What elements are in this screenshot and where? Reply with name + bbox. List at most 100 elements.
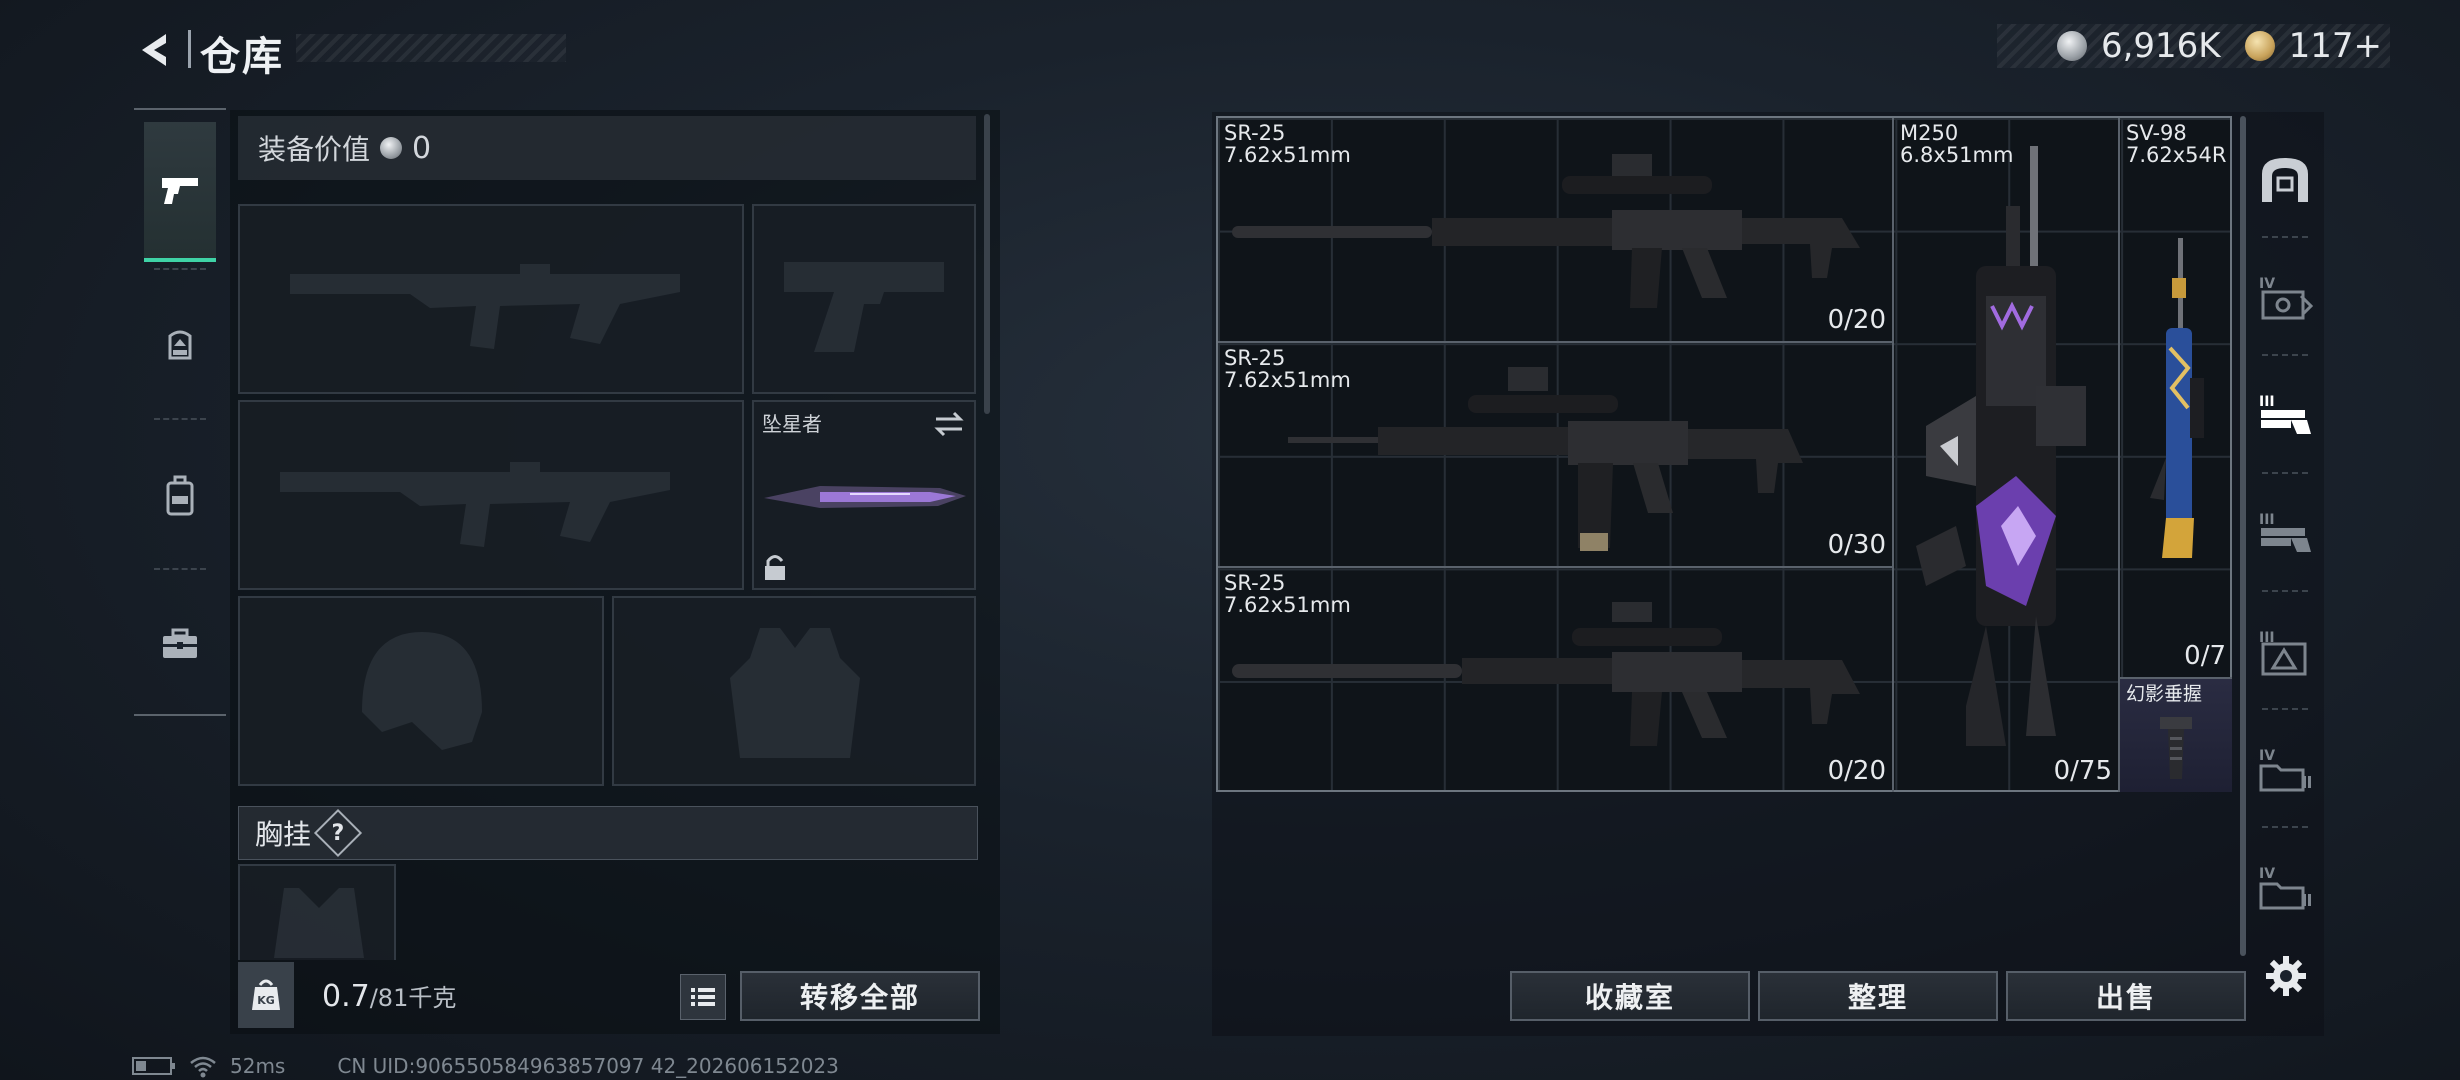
safe-icon — [2262, 158, 2308, 202]
swap-icon[interactable] — [932, 410, 966, 438]
left-category-rail — [134, 108, 226, 716]
helmet-silhouette-icon — [362, 632, 482, 750]
sell-button[interactable]: 出售 — [2006, 971, 2246, 1021]
storage-item-vertical-grip[interactable]: 幻影垂握 — [2120, 679, 2232, 792]
pistol-silhouette-icon — [784, 262, 944, 352]
melee-item-name: 坠星者 — [762, 412, 822, 436]
list-icon — [691, 988, 715, 1006]
sr25-rifle-icon — [1288, 367, 1803, 551]
tab-container-iii[interactable]: III — [2250, 478, 2320, 588]
primary-weapon-slot-2[interactable] — [238, 400, 744, 590]
tab-backpack[interactable] — [144, 428, 216, 564]
ammo-count: 0/7 — [2184, 641, 2226, 671]
gear-icon — [2266, 956, 2306, 996]
title-divider — [188, 30, 191, 68]
silver-coin-icon — [2056, 31, 2087, 61]
weight-max: /81千克 — [369, 984, 457, 1012]
svg-text:IV: IV — [2259, 866, 2275, 882]
equipment-value-amount: 0 — [412, 130, 432, 166]
ammo-count: 0/20 — [1827, 305, 1886, 335]
tab-folder-iv-2[interactable]: IV — [2250, 832, 2320, 942]
status-bar: 52ms CN UID:906550584963857097 42_202606… — [132, 1054, 839, 1078]
silver-coin-icon — [380, 137, 403, 159]
back-arrow-icon — [142, 34, 166, 66]
tab-safe[interactable] — [2250, 124, 2320, 234]
tab-container-iii-alert[interactable]: III — [2250, 596, 2320, 706]
chest-rig-silhouette-icon — [274, 888, 364, 958]
chest-rig-slot[interactable] — [238, 864, 396, 960]
svg-text:KG: KG — [257, 994, 275, 1007]
item-name: SV-98 7.62x54R — [2126, 121, 2227, 167]
chest-rig-header: 胸挂 ? — [238, 806, 978, 860]
vertical-grip-icon — [2160, 717, 2192, 779]
pistol-icon — [162, 178, 198, 204]
svg-text:IV: IV — [2259, 276, 2275, 292]
pistol-slot[interactable] — [752, 204, 976, 394]
sr25-rifle-icon — [1232, 154, 1860, 308]
container-iv-icon: IV — [2259, 276, 2313, 320]
ammo-count: 0/30 — [1827, 530, 1886, 560]
folder-iv-icon: IV — [2259, 748, 2311, 792]
melee-knife-icon — [764, 486, 966, 508]
wifi-icon — [190, 1056, 216, 1078]
weight-icon: KG — [252, 979, 280, 1010]
item-name: 幻影垂握 — [2126, 683, 2203, 705]
gold-coin-icon — [2244, 31, 2275, 61]
rifle-silhouette-icon — [290, 264, 680, 349]
collection-room-button[interactable]: 收藏室 — [1510, 971, 1750, 1021]
tab-container-iii-active[interactable]: III — [2250, 360, 2320, 470]
battery-icon — [132, 1057, 175, 1075]
container-iii-alert-icon: III — [2259, 630, 2307, 676]
chest-rig-label: 胸挂 — [255, 818, 312, 851]
tab-folder-iv[interactable]: IV — [2250, 714, 2320, 824]
storage-scrollbar[interactable] — [2240, 116, 2246, 956]
page-title: 仓库 — [200, 34, 284, 80]
ping: 52ms — [230, 1054, 286, 1078]
organize-button[interactable]: 整理 — [1758, 971, 1998, 1021]
equipment-scrollbar[interactable] — [984, 114, 990, 414]
list-view-button[interactable] — [680, 974, 726, 1020]
tab-container-iv[interactable]: IV — [2250, 242, 2320, 352]
tab-weapons[interactable] — [144, 122, 216, 262]
svg-text:III: III — [2259, 512, 2275, 528]
svg-text:IV: IV — [2259, 748, 2275, 764]
ammo-count: 0/75 — [2053, 756, 2112, 786]
right-container-rail: IV III III III IV IV — [2250, 116, 2320, 946]
svg-text:III: III — [2259, 394, 2275, 410]
container-iii-icon: III — [2259, 512, 2311, 552]
storage-item-sr25-1[interactable]: SR-25 7.62x51mm 0/20 — [1218, 118, 1894, 343]
storage-grid: SR-25 7.62x51mm 0/20 SR-25 7.62x51mm 0/3… — [1216, 116, 2232, 792]
weight-current: 0.7 — [322, 979, 370, 1014]
container-iii-icon: III — [2259, 394, 2311, 434]
settings-button[interactable] — [2262, 952, 2310, 1000]
storage-item-sr25-2[interactable]: SR-25 7.62x51mm 0/30 — [1218, 343, 1894, 568]
silver-amount: 6,916K — [2100, 26, 2221, 66]
gold-amount: 117+ — [2288, 26, 2382, 66]
helmet-slot[interactable] — [238, 596, 604, 786]
backpack-helmet-icon — [168, 330, 192, 360]
storage-item-sv98[interactable]: SV-98 7.62x54R 0/7 — [2120, 118, 2232, 679]
backpack-weight-button[interactable]: KG — [238, 962, 294, 1028]
sv98-rifle-icon — [2150, 238, 2204, 558]
user-uid: CN UID:906550584963857097 42_20260615202… — [337, 1054, 839, 1078]
carry-weight: 0.7/81千克 — [322, 978, 456, 1014]
primary-weapon-slot-1[interactable] — [238, 204, 744, 394]
equipment-value-header: 装备价值 0 — [238, 116, 976, 180]
tab-tools[interactable] — [144, 576, 216, 712]
armor-vest-silhouette-icon — [730, 628, 860, 758]
currency-display: 6,916K 117+ — [1996, 24, 2390, 68]
armor-slot[interactable] — [612, 596, 976, 786]
toolbox-icon — [163, 628, 197, 658]
backpack-icon — [166, 475, 194, 516]
equipment-value-label: 装备价值 — [258, 133, 371, 166]
tab-gear[interactable] — [144, 278, 216, 414]
help-icon[interactable]: ? — [313, 808, 363, 858]
ammo-count: 0/20 — [1827, 756, 1886, 786]
melee-slot[interactable]: 坠星者 — [752, 400, 976, 590]
back-button[interactable] — [132, 26, 180, 74]
transfer-all-button[interactable]: 转移全部 — [740, 971, 980, 1021]
storage-item-sr25-3[interactable]: SR-25 7.62x51mm 0/20 — [1218, 568, 1894, 792]
lock-icon — [765, 555, 785, 580]
storage-item-m250[interactable]: M250 6.8x51mm 0/75 — [1894, 118, 2120, 792]
rifle-silhouette-icon — [280, 462, 670, 547]
